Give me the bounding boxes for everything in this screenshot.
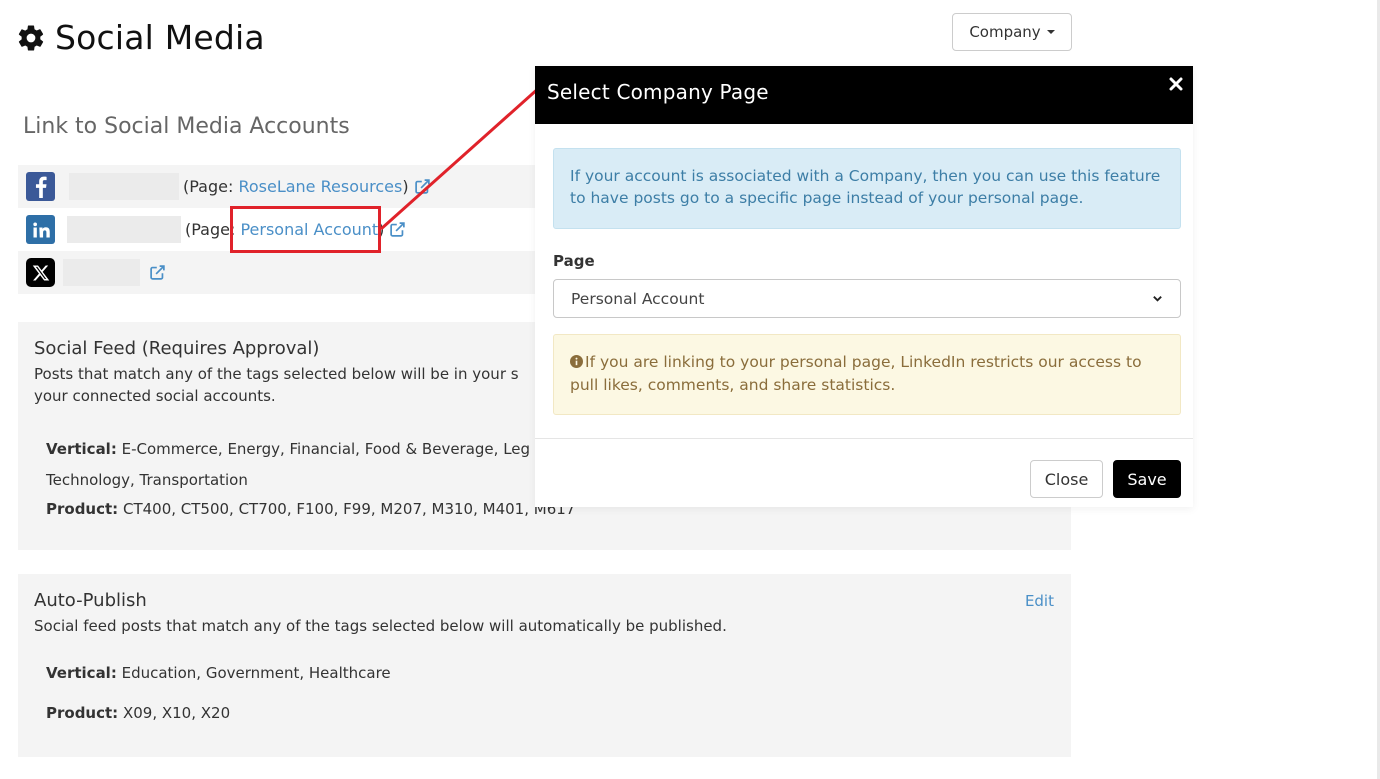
facebook-icon: [26, 172, 55, 201]
auto-publish-edit-link[interactable]: Edit: [1025, 592, 1054, 610]
close-button[interactable]: Close: [1030, 460, 1103, 498]
redacted-account-name: [63, 259, 140, 286]
facebook-page-link[interactable]: RoseLane Resources: [238, 177, 402, 196]
vertical-label: Vertical:: [46, 664, 117, 682]
page-select[interactable]: Personal Account: [553, 279, 1181, 318]
vertical-label: Vertical:: [46, 440, 117, 458]
product-values: CT400, CT500, CT700, F100, F99, M207, M3…: [122, 500, 576, 518]
vertical-values: Education, Government, Healthcare: [121, 664, 391, 682]
page-field-label: Page: [553, 252, 595, 270]
company-dropdown-button[interactable]: Company: [952, 13, 1072, 51]
product-label: Product:: [46, 704, 119, 722]
x-icon: [26, 258, 55, 287]
account-row-x: [18, 251, 538, 294]
page-suffix: ): [402, 177, 409, 196]
gear-icon: [18, 25, 44, 51]
external-link-icon[interactable]: [149, 264, 166, 281]
auto-publish-title: Auto-Publish: [34, 590, 147, 611]
warning-alert: If you are linking to your personal page…: [553, 334, 1181, 415]
info-circle-icon: [570, 355, 583, 368]
auto-publish-panel: Auto-Publish Edit Social feed posts that…: [18, 574, 1071, 757]
vertical-values: E-Commerce, Energy, Financial, Food & Be…: [121, 440, 531, 458]
modal-title: Select Company Page: [547, 80, 769, 104]
vertical-tags: Vertical: Education, Government, Healthc…: [46, 664, 1055, 682]
annotation-highlight-box: [230, 206, 381, 253]
save-button[interactable]: Save: [1113, 460, 1181, 498]
chevron-down-icon: [1153, 296, 1162, 302]
redacted-account-name: [69, 173, 179, 200]
warning-text: If you are linking to your personal page…: [570, 353, 1142, 394]
linkedin-icon: [26, 215, 55, 244]
product-label: Product:: [46, 500, 119, 518]
product-values: X09, X10, X20: [122, 704, 231, 722]
info-alert: If your account is associated with a Com…: [553, 148, 1181, 229]
caret-down-icon: [1046, 30, 1055, 34]
modal-footer-divider: [535, 438, 1193, 439]
company-dropdown-label: Company: [969, 23, 1041, 41]
page-header: Social Media: [16, 18, 265, 57]
external-link-icon[interactable]: [414, 178, 431, 195]
external-link-icon[interactable]: [389, 221, 406, 238]
link-accounts-heading: Link to Social Media Accounts: [23, 114, 350, 139]
account-row-facebook: (Page: RoseLane Resources ): [18, 165, 538, 208]
page-title: Social Media: [55, 18, 265, 57]
vertical-values: Technology, Transportation: [46, 471, 248, 489]
product-tags: Product: X09, X10, X20: [46, 704, 1055, 722]
auto-publish-description: Social feed posts that match any of the …: [34, 617, 727, 635]
select-company-page-modal: Select Company Page If your account is a…: [535, 66, 1193, 507]
page-prefix: (Page:: [183, 177, 239, 196]
redacted-account-name: [67, 216, 181, 243]
page-select-value: Personal Account: [571, 289, 705, 308]
close-icon[interactable]: [1168, 76, 1184, 92]
modal-header: Select Company Page: [535, 66, 1193, 124]
